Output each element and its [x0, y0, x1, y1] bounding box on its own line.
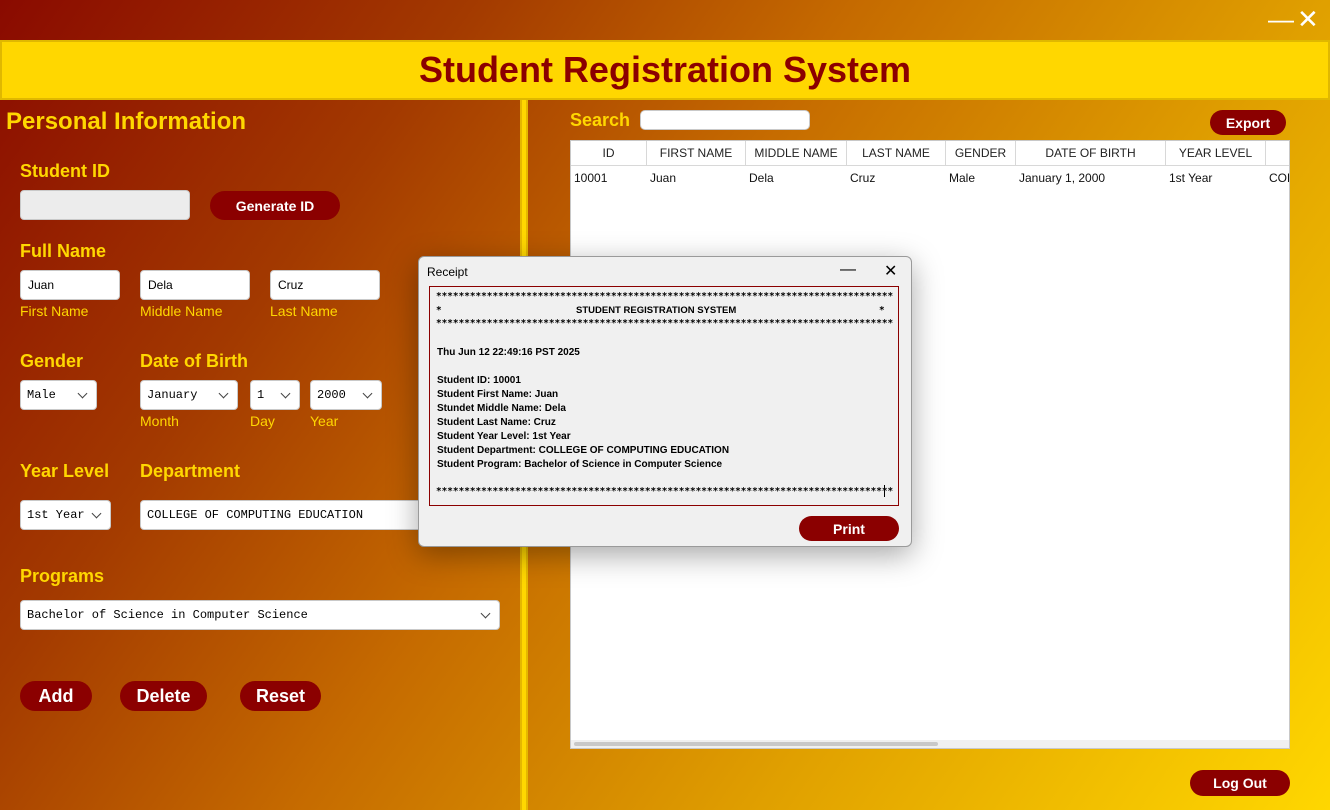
close-icon[interactable]: ✕: [884, 261, 897, 281]
cell-gender: Male: [949, 171, 976, 185]
middle-name-input[interactable]: Dela: [140, 270, 250, 300]
cell-date-of-birth: January 1, 2000: [1019, 171, 1106, 185]
gender-label: Gender: [20, 351, 84, 371]
month-select[interactable]: January: [140, 380, 238, 410]
column-header-first-name[interactable]: FIRST NAME: [647, 141, 746, 165]
department-label: Department: [140, 461, 241, 481]
column-header-middle-name[interactable]: MIDDLE NAME: [746, 141, 847, 165]
year-select[interactable]: 2000: [310, 380, 382, 410]
first-name-caption: First Name: [20, 303, 89, 319]
chevron-down-icon: [480, 608, 491, 618]
programs-select[interactable]: Bachelor of Science in Computer Science: [20, 600, 500, 630]
student-id-label: Student ID: [20, 161, 110, 181]
app-header: Student Registration System: [0, 40, 1330, 100]
cell-year-level: 1st Year: [1169, 171, 1213, 185]
year-level-select[interactable]: 1st Year: [20, 500, 111, 530]
app-title: Student Registration System: [418, 49, 912, 90]
gender-select[interactable]: Male: [20, 380, 97, 410]
minimize-icon[interactable]: —: [840, 261, 856, 279]
text-caret: [884, 485, 885, 497]
cell-first-name: Juan: [650, 171, 677, 185]
middle-name-caption: Middle Name: [140, 303, 223, 319]
dialog-title: Receipt: [427, 265, 468, 279]
search-input[interactable]: [640, 110, 810, 130]
department-value: COLLEGE OF COMPUTING EDUCATION: [147, 508, 364, 522]
receipt-datetime: Thu Jun 12 22:49:16 PST 2025: [437, 347, 580, 358]
cell-id: 10001: [574, 171, 608, 185]
chevron-down-icon: [91, 508, 102, 518]
receipt-border-top: ****************************************…: [436, 291, 894, 302]
day-select[interactable]: 1: [250, 380, 300, 410]
receipt-header-right: *: [879, 305, 885, 316]
minimize-icon[interactable]: —: [1268, 6, 1294, 32]
column-header-extra[interactable]: [1266, 141, 1289, 165]
receipt-header-text: STUDENT REGISTRATION SYSTEM: [576, 305, 737, 316]
column-header-id[interactable]: ID: [571, 141, 647, 165]
receipt-header-left: *: [436, 305, 442, 316]
year-level-label: Year Level: [20, 461, 110, 481]
search-label: Search: [570, 110, 631, 130]
horizontal-scrollbar[interactable]: [571, 740, 1289, 748]
gender-value: Male: [27, 388, 56, 402]
receipt-line: Stundet Middle Name: Dela: [437, 403, 566, 414]
table-header: ID FIRST NAME MIDDLE NAME LAST NAME GEND…: [571, 141, 1289, 166]
receipt-line: Student Year Level: 1st Year: [437, 431, 571, 442]
cell-middle-name: Dela: [749, 171, 774, 185]
close-icon[interactable]: ✕: [1297, 6, 1319, 32]
receipt-line: Student Last Name: Cruz: [437, 417, 556, 428]
last-name-input[interactable]: Cruz: [270, 270, 380, 300]
chevron-down-icon: [77, 388, 88, 398]
receipt-dialog: Receipt — ✕ ****************************…: [418, 256, 912, 547]
column-header-date-of-birth[interactable]: DATE OF BIRTH: [1016, 141, 1166, 165]
table-row[interactable]: 10001 Juan Dela Cruz Male January 1, 200…: [571, 167, 1289, 189]
receipt-line: Student ID: 10001: [437, 375, 521, 386]
logout-button[interactable]: Log Out: [1190, 770, 1290, 796]
column-header-last-name[interactable]: LAST NAME: [847, 141, 946, 165]
day-caption: Day: [250, 413, 275, 429]
year-value: 2000: [317, 388, 346, 402]
personal-info-title: Personal Information: [6, 108, 247, 135]
year-level-value: 1st Year: [27, 508, 85, 522]
column-header-gender[interactable]: GENDER: [946, 141, 1016, 165]
cell-last-name: Cruz: [850, 171, 876, 185]
month-caption: Month: [140, 413, 179, 429]
month-value: January: [147, 388, 198, 402]
last-name-caption: Last Name: [270, 303, 338, 319]
export-button[interactable]: Export: [1210, 110, 1286, 135]
full-name-label: Full Name: [20, 241, 107, 261]
programs-label: Programs: [20, 566, 105, 586]
receipt-line: Student First Name: Juan: [437, 389, 559, 400]
dob-label: Date of Birth: [140, 351, 248, 371]
column-header-year-level[interactable]: YEAR LEVEL: [1166, 141, 1266, 165]
print-button[interactable]: Print: [799, 516, 899, 541]
receipt-line: Student Program: Bachelor of Science in …: [437, 459, 723, 470]
add-button[interactable]: Add: [20, 681, 92, 711]
generate-id-button[interactable]: Generate ID: [210, 191, 340, 220]
year-caption: Year: [310, 413, 339, 429]
day-value: 1: [257, 388, 265, 402]
receipt-line: Student Department: COLLEGE OF COMPUTING…: [437, 445, 730, 456]
cell-department: COL: [1269, 171, 1289, 185]
chevron-down-icon: [280, 388, 291, 398]
reset-button[interactable]: Reset: [240, 681, 321, 711]
chevron-down-icon: [218, 388, 229, 398]
receipt-textarea[interactable]: ****************************************…: [429, 286, 899, 506]
student-id-input[interactable]: [20, 190, 190, 220]
receipt-border-bottom: ****************************************…: [436, 486, 894, 497]
first-name-input[interactable]: Juan: [20, 270, 120, 300]
scrollbar-thumb[interactable]: [574, 742, 938, 746]
programs-value: Bachelor of Science in Computer Science: [27, 608, 308, 622]
chevron-down-icon: [362, 388, 373, 398]
delete-button[interactable]: Delete: [120, 681, 207, 711]
receipt-border-mid: ****************************************…: [436, 318, 894, 329]
